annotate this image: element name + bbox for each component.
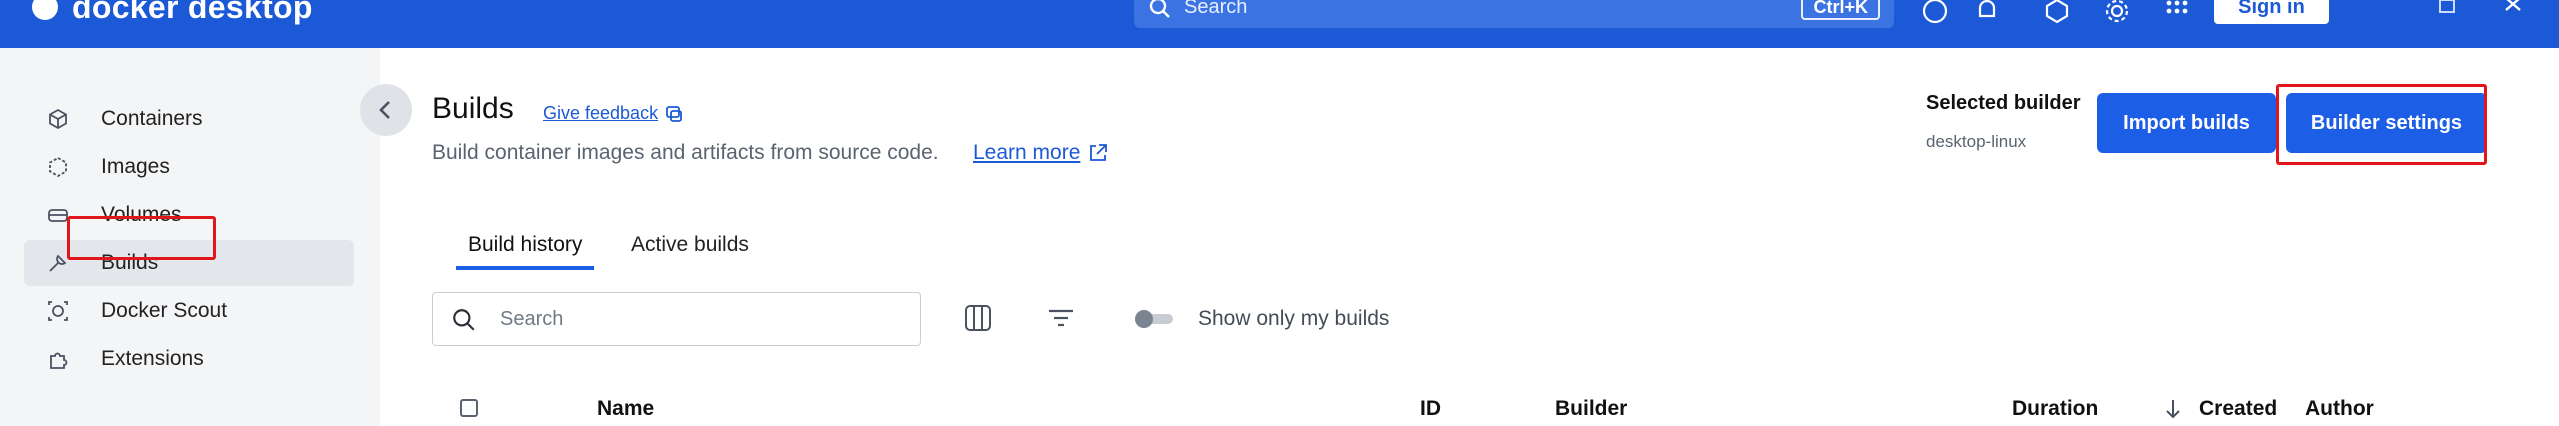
global-search-bar[interactable]: Search Ctrl+K bbox=[1134, 0, 1894, 28]
help-icon[interactable] bbox=[1920, 0, 1950, 26]
app-logo: docker desktop bbox=[32, 0, 313, 25]
sidebar-item-label: Extensions bbox=[101, 347, 204, 370]
column-header-builder[interactable]: Builder bbox=[1555, 397, 1627, 421]
column-header-id[interactable]: ID bbox=[1420, 397, 1441, 421]
app-name: docker desktop bbox=[72, 0, 313, 25]
show-my-builds-label: Show only my builds bbox=[1198, 307, 1390, 330]
page-title: Builds bbox=[432, 92, 514, 125]
select-all-checkbox[interactable] bbox=[460, 399, 478, 417]
global-search-placeholder: Search bbox=[1184, 0, 1248, 18]
scout-icon bbox=[48, 301, 68, 321]
docker-whale-icon bbox=[32, 0, 58, 20]
search-icon bbox=[453, 309, 475, 331]
sidebar-item-label: Containers bbox=[101, 107, 203, 130]
builds-highlight-box bbox=[67, 216, 216, 260]
selected-builder-value: desktop-linux bbox=[1926, 132, 2027, 151]
search-input[interactable]: Search bbox=[432, 292, 921, 346]
sidebar-item-images[interactable]: Images bbox=[24, 144, 354, 190]
search-icon bbox=[1149, 0, 1170, 18]
column-header-name[interactable]: Name bbox=[597, 397, 654, 421]
feedback-icon[interactable] bbox=[664, 104, 684, 124]
collapse-sidebar-button[interactable] bbox=[360, 84, 412, 136]
sidebar-item-label: Images bbox=[101, 155, 170, 178]
search-placeholder: Search bbox=[500, 308, 564, 330]
selected-builder-label: Selected builder bbox=[1926, 92, 2081, 114]
sidebar-item-containers[interactable]: Containers bbox=[24, 96, 354, 142]
sort-descending-icon[interactable] bbox=[2163, 398, 2183, 420]
column-header-created[interactable]: Created bbox=[2199, 397, 2277, 421]
window-icon[interactable] bbox=[2432, 0, 2462, 26]
column-header-duration[interactable]: Duration bbox=[2012, 397, 2098, 421]
builder-settings-highlight-box bbox=[2276, 84, 2487, 165]
sidebar-item-label: Docker Scout bbox=[101, 299, 228, 322]
filter-icon[interactable] bbox=[1045, 302, 1077, 334]
grid-icon[interactable] bbox=[2162, 0, 2192, 26]
page-subtitle: Build container images and artifacts fro… bbox=[432, 141, 939, 164]
active-tab-indicator bbox=[456, 266, 594, 270]
sidebar: Containers Images Volumes Builds Docker … bbox=[0, 48, 380, 426]
chevron-left-icon bbox=[379, 101, 390, 119]
close-icon[interactable] bbox=[2498, 0, 2528, 26]
give-feedback-link[interactable]: Give feedback bbox=[543, 103, 658, 124]
bell-icon[interactable] bbox=[1972, 0, 2002, 26]
sidebar-item-docker-scout[interactable]: Docker Scout bbox=[24, 288, 354, 334]
images-icon bbox=[49, 156, 67, 178]
sign-in-button[interactable]: Sign in bbox=[2214, 0, 2329, 24]
search-shortcut-badge: Ctrl+K bbox=[1801, 0, 1880, 20]
top-bar: docker desktop Search Ctrl+K Sign in bbox=[0, 0, 2559, 48]
learn-more-link[interactable]: Learn more bbox=[973, 141, 1080, 165]
container-icon bbox=[49, 108, 67, 130]
extensions-icon bbox=[50, 352, 68, 369]
gear-icon[interactable] bbox=[2102, 0, 2132, 26]
column-header-author[interactable]: Author bbox=[2305, 397, 2374, 421]
show-my-builds-toggle[interactable] bbox=[1133, 309, 1175, 329]
sidebar-item-extensions[interactable]: Extensions bbox=[24, 336, 354, 382]
extensions-icon[interactable] bbox=[2042, 0, 2072, 26]
external-link-icon[interactable] bbox=[1087, 142, 1109, 164]
columns-icon[interactable] bbox=[962, 302, 994, 334]
tab-build-history[interactable]: Build history bbox=[468, 233, 582, 257]
import-builds-button[interactable]: Import builds bbox=[2097, 93, 2276, 153]
tab-active-builds[interactable]: Active builds bbox=[631, 233, 749, 257]
